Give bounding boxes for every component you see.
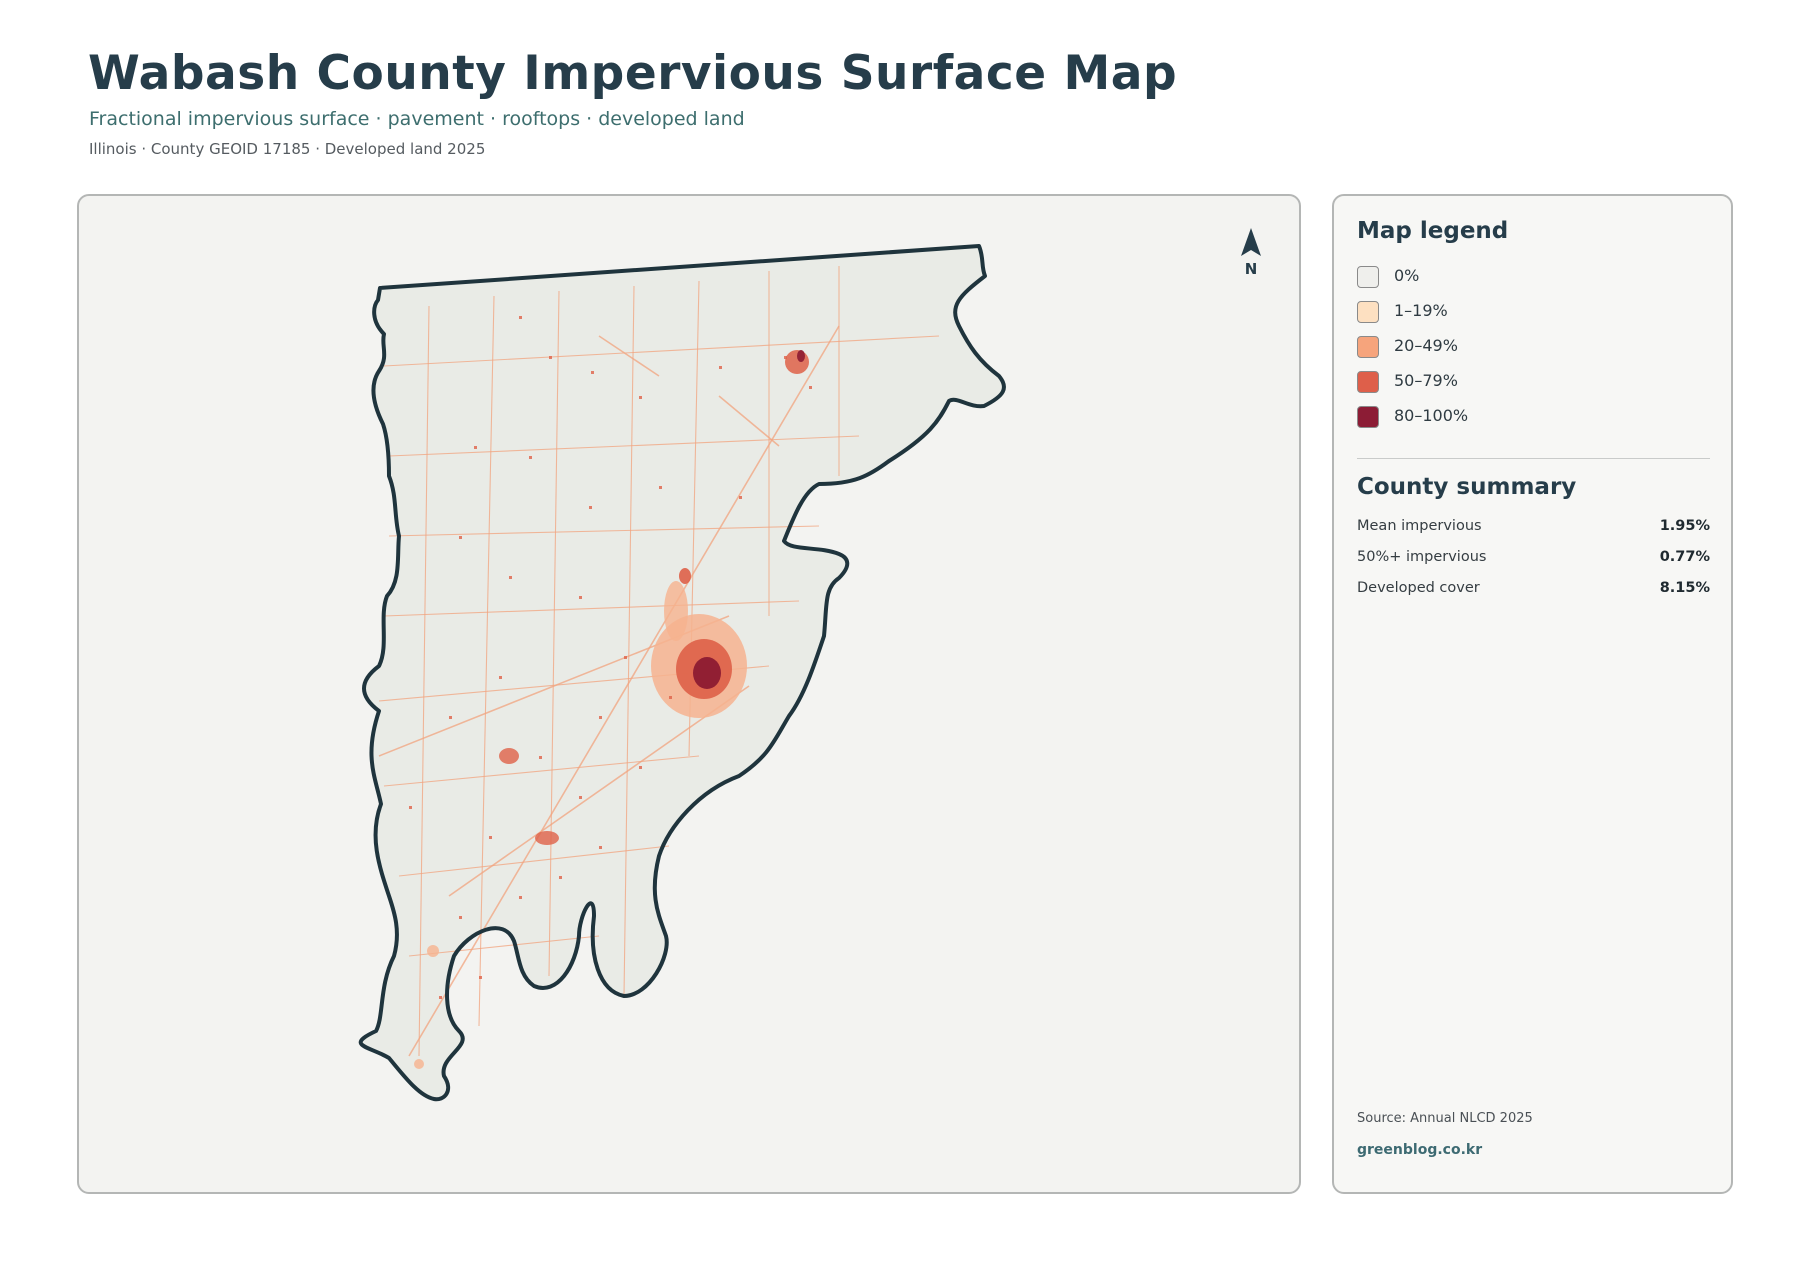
developed-speck — [519, 896, 522, 899]
county-map[interactable] — [79, 196, 1301, 1194]
developed-speck — [639, 396, 642, 399]
developed-speck — [809, 386, 812, 389]
stat-value: 8.15% — [1659, 580, 1710, 596]
developed-speck — [459, 916, 462, 919]
developed-speck — [409, 806, 412, 809]
developed-speck — [784, 356, 787, 359]
site-link[interactable]: greenblog.co.kr — [1357, 1142, 1482, 1158]
legend-label: 50–79% — [1394, 371, 1458, 390]
developed-speck — [479, 976, 482, 979]
legend-panel: Map legend 0% 1–19% 20–49% 50–79% 80–100… — [1332, 194, 1733, 1194]
developed-speck — [519, 316, 522, 319]
developed-speck — [719, 366, 722, 369]
page-subtitle: Fractional impervious surface · pavement… — [89, 108, 745, 130]
legend-title: Map legend — [1357, 218, 1509, 244]
map-layer — [358, 244, 1006, 1102]
stat-value: 0.77% — [1659, 549, 1710, 565]
legend-label: 1–19% — [1394, 301, 1448, 320]
legend-swatch — [1357, 266, 1379, 288]
legend-divider — [1357, 458, 1710, 459]
north-arrow: N — [1231, 226, 1271, 286]
stat-row-mean: Mean impervious 1.95% — [1357, 518, 1710, 538]
source-note: Source: Annual NLCD 2025 — [1357, 1111, 1533, 1126]
stat-value: 1.95% — [1659, 518, 1710, 534]
developed-speck — [639, 766, 642, 769]
urban-area — [797, 350, 805, 362]
legend-label: 0% — [1394, 266, 1420, 285]
developed-speck — [599, 716, 602, 719]
urban-area — [427, 945, 439, 957]
urban-area — [499, 748, 519, 764]
developed-speck — [549, 356, 552, 359]
developed-speck — [489, 836, 492, 839]
urban-area — [785, 350, 809, 374]
developed-speck — [599, 846, 602, 849]
legend-swatch — [1357, 301, 1379, 323]
page-meta: Illinois · County GEOID 17185 · Develope… — [89, 140, 486, 158]
developed-speck — [509, 576, 512, 579]
north-arrow-icon — [1241, 228, 1261, 256]
legend-label: 80–100% — [1394, 406, 1469, 425]
developed-speck — [474, 446, 477, 449]
developed-speck — [739, 496, 742, 499]
urban-area — [535, 831, 559, 845]
urban-area — [679, 568, 691, 584]
legend-swatch — [1357, 371, 1379, 393]
developed-speck — [459, 536, 462, 539]
page-title: Wabash County Impervious Surface Map — [88, 46, 1178, 101]
developed-speck — [559, 876, 562, 879]
developed-speck — [669, 696, 672, 699]
developed-speck — [539, 756, 542, 759]
developed-speck — [659, 486, 662, 489]
north-label: N — [1244, 260, 1258, 278]
developed-speck — [449, 716, 452, 719]
stat-row-developed: Developed cover 8.15% — [1357, 580, 1710, 600]
stat-label: Developed cover — [1357, 580, 1480, 596]
map-panel[interactable]: N — [77, 194, 1301, 1194]
stat-label: Mean impervious — [1357, 518, 1482, 534]
stat-row-high: 50%+ impervious 0.77% — [1357, 549, 1710, 569]
legend-label: 20–49% — [1394, 336, 1458, 355]
legend-swatch — [1357, 336, 1379, 358]
summary-title: County summary — [1357, 474, 1577, 500]
urban-area — [414, 1059, 424, 1069]
developed-speck — [579, 596, 582, 599]
urban-area — [664, 581, 688, 641]
developed-speck — [529, 456, 532, 459]
stat-label: 50%+ impervious — [1357, 549, 1487, 565]
developed-speck — [579, 796, 582, 799]
urban-area — [693, 657, 721, 689]
developed-speck — [499, 676, 502, 679]
legend-swatch — [1357, 406, 1379, 428]
developed-speck — [589, 506, 592, 509]
developed-speck — [591, 371, 594, 374]
developed-speck — [439, 996, 442, 999]
developed-speck — [624, 656, 627, 659]
